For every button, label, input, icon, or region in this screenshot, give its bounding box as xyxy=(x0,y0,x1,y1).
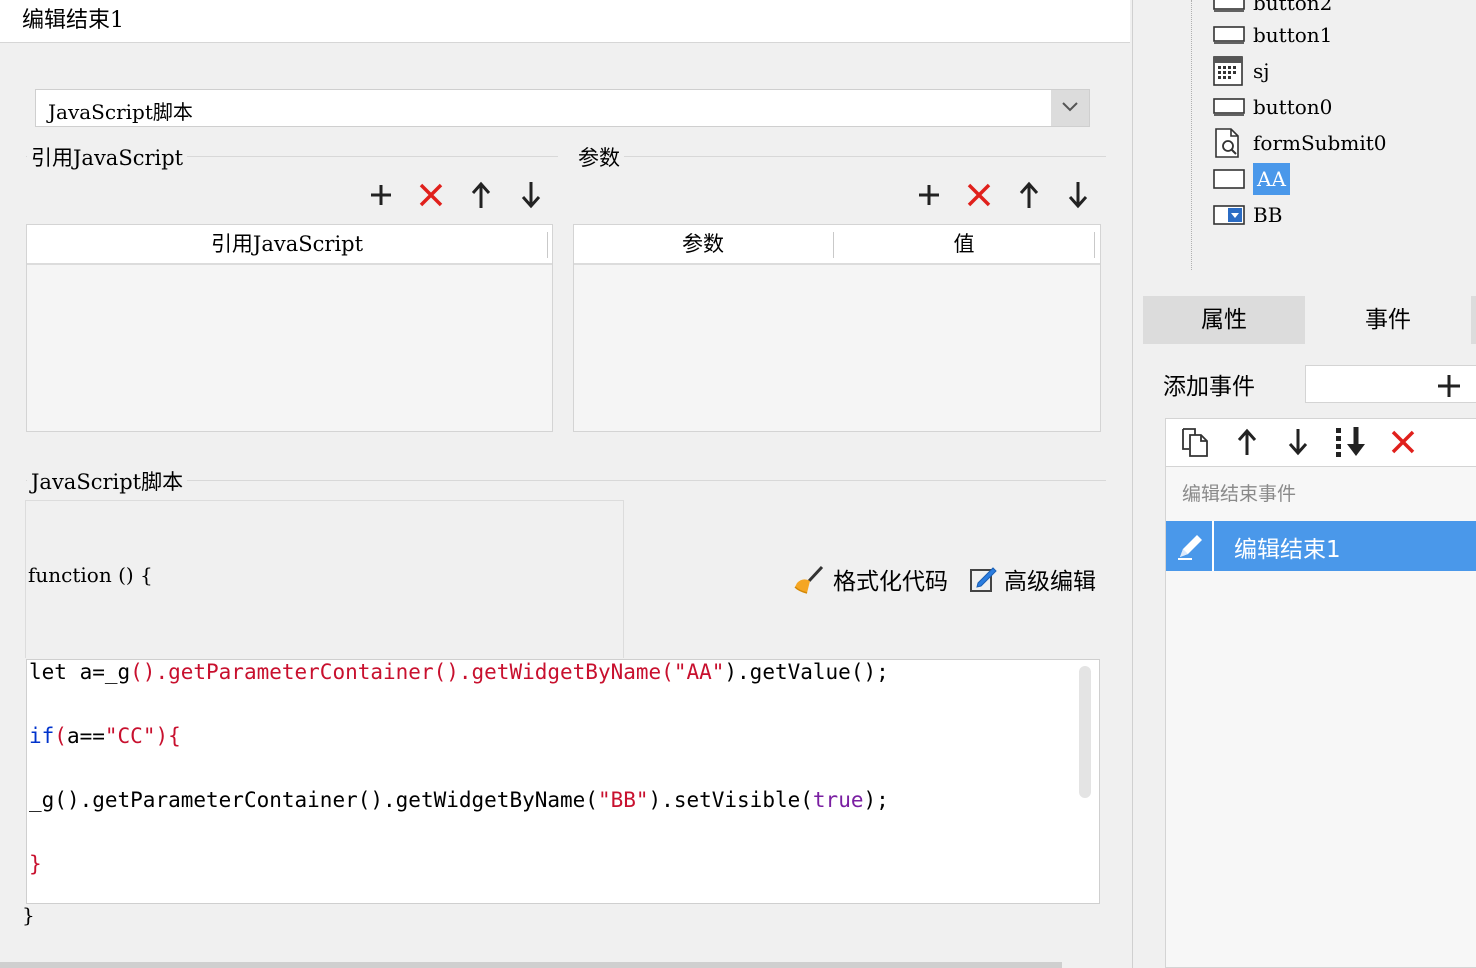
copy-icon xyxy=(1182,428,1208,457)
event-move-bottom-button[interactable] xyxy=(1334,425,1368,459)
advanced-edit-label: 高级编辑 xyxy=(1004,569,1096,595)
broom-icon xyxy=(794,565,824,594)
param-name-column-header[interactable]: 参数 xyxy=(574,225,832,263)
add-event-dropdown[interactable] xyxy=(1305,365,1476,403)
close-icon xyxy=(967,183,991,207)
event-editor-dialog: 编辑结束1 JavaScript脚本 引用JavaScript 参数 引用Jav… xyxy=(0,0,1130,968)
tree-item-button0[interactable]: button0 xyxy=(1213,92,1332,122)
ref-delete-button[interactable] xyxy=(414,178,448,212)
param-table-header: 参数 值 xyxy=(574,225,1100,265)
copy-event-button[interactable] xyxy=(1178,425,1212,459)
ref-js-table[interactable]: 引用JavaScript xyxy=(26,224,553,432)
tree-item-formSubmit0[interactable]: formSubmit0 xyxy=(1213,128,1386,158)
ref-move-up-button[interactable] xyxy=(464,178,498,212)
script-group-border xyxy=(26,480,1106,481)
tab-properties[interactable]: 属性 xyxy=(1143,296,1305,344)
move-to-bottom-icon xyxy=(1336,427,1365,457)
chevron-down-icon[interactable] xyxy=(1051,90,1089,126)
tree-item-sj[interactable]: sj xyxy=(1213,56,1269,86)
right-panel: button2 button1 sj button0 formSubmit0 A… xyxy=(1132,0,1476,968)
close-icon xyxy=(419,183,443,207)
plus-icon xyxy=(1438,375,1460,397)
param-value-column-header[interactable]: 值 xyxy=(834,225,1094,263)
add-event-label: 添加事件 xyxy=(1163,374,1255,400)
pencil-icon xyxy=(1178,535,1202,560)
dialog-title: 编辑结束1 xyxy=(22,8,124,33)
param-add-button[interactable] xyxy=(912,178,946,212)
advanced-edit-button[interactable]: 高级编辑 xyxy=(968,562,1096,596)
code-editor[interactable]: let a=_g().getParameterContainer().getWi… xyxy=(26,659,1100,904)
horizontal-scrollbar[interactable] xyxy=(0,962,1062,968)
tree-guide-line xyxy=(1191,0,1193,270)
arrow-up-icon xyxy=(1237,428,1257,455)
tree-item-button2[interactable]: button2 xyxy=(1213,0,1332,18)
event-move-up-button[interactable] xyxy=(1230,425,1264,459)
ref-add-button[interactable] xyxy=(364,178,398,212)
function-close-brace: } xyxy=(22,903,35,927)
ref-table-header: 引用JavaScript xyxy=(27,225,552,265)
ref-group-title: 引用JavaScript xyxy=(27,142,188,172)
code-line-3: _g().getParameterContainer().getWidgetBy… xyxy=(29,788,889,812)
arrow-up-icon xyxy=(471,181,491,208)
panel-tabs: 属性 事件 xyxy=(1143,296,1476,344)
event-category-label: 编辑结束事件 xyxy=(1182,483,1297,505)
dropdown-icon xyxy=(1213,202,1245,228)
code-line-1: let a=_g().getParameterContainer().getWi… xyxy=(29,660,889,684)
event-item-label: 编辑结束1 xyxy=(1234,537,1341,563)
param-table[interactable]: 参数 值 xyxy=(573,224,1101,432)
button-icon xyxy=(1213,94,1245,120)
plus-icon xyxy=(371,185,391,205)
textbox-icon xyxy=(1213,166,1245,192)
event-item-selected[interactable]: 编辑结束1 xyxy=(1166,521,1476,571)
arrow-down-icon xyxy=(1288,429,1308,456)
event-move-down-button[interactable] xyxy=(1281,425,1315,459)
script-group-title: JavaScript脚本 xyxy=(27,466,188,496)
tab-events[interactable]: 事件 xyxy=(1305,296,1471,344)
tree-item-button1[interactable]: button1 xyxy=(1213,20,1332,50)
dialog-title-bar: 编辑结束1 xyxy=(0,0,1130,43)
arrow-down-icon xyxy=(1068,182,1088,209)
event-toolbar xyxy=(1165,418,1476,466)
script-type-value: JavaScript脚本 xyxy=(48,100,193,124)
param-group-border xyxy=(574,156,1106,157)
ref-move-down-button[interactable] xyxy=(514,178,548,212)
event-list: 编辑结束事件 编辑结束1 xyxy=(1165,466,1476,968)
function-signature: function () { xyxy=(28,563,153,587)
param-group-title: 参数 xyxy=(574,142,624,172)
edit-icon xyxy=(970,567,997,592)
param-move-down-button[interactable] xyxy=(1061,178,1095,212)
format-code-button[interactable]: 格式化代码 xyxy=(793,562,948,596)
edit-icon-cell xyxy=(1166,521,1214,571)
code-line-4: } xyxy=(29,852,42,876)
calendar-icon xyxy=(1213,56,1245,86)
script-type-select[interactable]: JavaScript脚本 xyxy=(35,89,1090,127)
arrow-down-icon xyxy=(521,182,541,209)
format-code-label: 格式化代码 xyxy=(833,569,948,595)
close-icon xyxy=(1391,430,1415,454)
button-icon xyxy=(1213,22,1245,48)
tab-strip-edge xyxy=(1471,296,1476,344)
plus-icon xyxy=(919,185,939,205)
ref-table-column-header[interactable]: 引用JavaScript xyxy=(27,225,547,263)
tree-item-AA[interactable]: AA xyxy=(1213,163,1290,195)
tree-item-BB[interactable]: BB xyxy=(1213,200,1282,230)
event-delete-button[interactable] xyxy=(1386,425,1420,459)
column-separator xyxy=(547,232,548,258)
param-delete-button[interactable] xyxy=(962,178,996,212)
form-submit-icon xyxy=(1213,128,1245,158)
arrow-up-icon xyxy=(1019,181,1039,208)
code-editor-scrollbar[interactable] xyxy=(1079,666,1091,798)
button-icon xyxy=(1213,0,1245,16)
param-move-up-button[interactable] xyxy=(1012,178,1046,212)
column-separator xyxy=(1094,232,1095,258)
code-line-2: if(a=="CC"){ xyxy=(29,724,181,748)
